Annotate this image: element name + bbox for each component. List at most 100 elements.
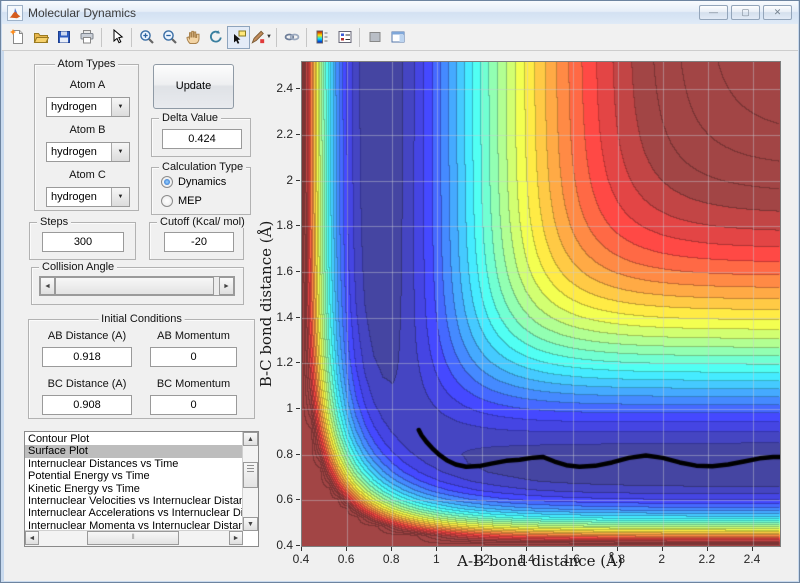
steps-field[interactable]	[42, 232, 124, 252]
radio-circle-icon[interactable]	[161, 195, 173, 207]
data-cursor-button[interactable]	[227, 25, 250, 49]
list-item[interactable]: Internuclear Distances vs Time	[25, 458, 242, 470]
list-item[interactable]: Potential Energy vs Time	[25, 470, 242, 482]
hscroll-thumb[interactable]: ⦀	[87, 531, 179, 545]
list-item[interactable]: Surface Plot	[25, 445, 242, 458]
ab-distance-field[interactable]	[42, 347, 132, 367]
insert-legend-button[interactable]	[333, 26, 356, 49]
save-figure-icon	[57, 31, 70, 43]
bc-distance-field[interactable]	[42, 395, 132, 415]
vscroll-thumb[interactable]	[243, 462, 258, 488]
y-tick-label: 2.2	[276, 127, 293, 142]
list-item[interactable]: Internuclear Accelerations vs Internucle…	[25, 507, 242, 519]
scroll-right-arrow[interactable]: ►	[229, 531, 243, 545]
list-item[interactable]: Internuclear Velocities vs Internuclear …	[25, 495, 242, 507]
figure-client-area: Atom Types Atom A hydrogen ▼ Atom B hydr…	[4, 51, 798, 581]
x-tick-label: 0.6	[337, 552, 355, 566]
chevron-down-icon[interactable]: ▼	[111, 98, 129, 116]
x-tick-mark	[301, 547, 302, 551]
collision-angle-title: Collision Angle	[39, 261, 118, 273]
collision-angle-slider[interactable]: ◄ ►	[39, 276, 235, 296]
scroll-down-arrow[interactable]: ▼	[243, 517, 258, 531]
new-figure-button[interactable]	[6, 26, 29, 49]
chevron-down-icon[interactable]: ▼	[111, 143, 129, 161]
titlebar[interactable]: Molecular Dynamics — ▢ ✕	[2, 1, 798, 24]
show-plot-tools-button[interactable]	[386, 26, 409, 49]
open-file-icon	[33, 33, 49, 43]
hide-plot-tools-icon	[369, 32, 380, 42]
list-item[interactable]: Contour Plot	[25, 433, 242, 445]
y-tick-mark	[296, 499, 300, 501]
x-tick-label: 2.4	[743, 552, 761, 566]
radio-dynamics[interactable]: Dynamics	[161, 175, 226, 189]
toolbar-separator	[359, 27, 360, 47]
toolbar-separator	[131, 27, 132, 47]
scroll-left-arrow[interactable]: ◄	[25, 531, 39, 545]
zoom-in-icon	[139, 30, 154, 44]
atom-b-value: hydrogen	[51, 146, 97, 158]
atom-a-value: hydrogen	[51, 101, 97, 113]
ab-distance-label: AB Distance (A)	[47, 330, 127, 342]
cutoff-panel: Cutoff (Kcal/ mol)	[149, 216, 248, 260]
pes-contour-canvas[interactable]	[301, 61, 781, 547]
update-button[interactable]: Update	[153, 64, 234, 109]
x-tick-mark	[571, 547, 573, 551]
zoom-in-button[interactable]	[135, 26, 158, 49]
plot-type-listbox[interactable]: Contour Plot Surface Plot Internuclear Dis…	[24, 431, 259, 547]
insert-colorbar-button[interactable]	[310, 26, 333, 49]
x-tick-mark	[346, 547, 348, 551]
slider-left-arrow[interactable]: ◄	[40, 277, 55, 295]
atom-c-label: Atom C	[69, 169, 106, 181]
initial-conditions-title: Initial Conditions	[98, 313, 185, 325]
brush-button[interactable]: ▼	[250, 26, 273, 49]
link-plot-button[interactable]	[280, 26, 303, 49]
save-figure-button[interactable]	[52, 26, 75, 49]
atom-types-panel: Atom Types Atom A hydrogen ▼ Atom B hydr…	[34, 58, 139, 211]
radio-circle-icon[interactable]	[161, 176, 173, 188]
zoom-out-button[interactable]	[158, 26, 181, 49]
close-button[interactable]: ✕	[763, 5, 792, 20]
atom-c-dropdown[interactable]: hydrogen ▼	[46, 187, 130, 207]
toolbar-separator	[276, 27, 277, 47]
open-file-button[interactable]	[29, 26, 52, 49]
brush-icon	[251, 30, 265, 44]
bc-distance-label: BC Distance (A)	[47, 378, 127, 390]
hide-plot-tools-button[interactable]	[363, 26, 386, 49]
list-items: Contour Plot Surface Plot Internuclear Dis…	[25, 433, 242, 532]
legend-icon	[338, 31, 351, 43]
slider-right-arrow[interactable]: ►	[219, 277, 234, 295]
ab-momentum-field[interactable]	[150, 347, 237, 367]
maximize-button[interactable]: ▢	[731, 5, 760, 20]
y-tick-mark	[296, 316, 300, 318]
cutoff-field[interactable]	[164, 232, 234, 252]
y-tick-mark	[296, 134, 300, 136]
toolbar-separator	[101, 27, 102, 47]
bc-momentum-field[interactable]	[150, 395, 237, 415]
list-item[interactable]: Kinetic Energy vs Time	[25, 483, 242, 495]
print-figure-button[interactable]	[75, 26, 98, 49]
scroll-up-arrow[interactable]: ▲	[243, 432, 258, 446]
radio-mep[interactable]: MEP	[161, 194, 202, 208]
delta-value-field[interactable]	[162, 129, 242, 149]
horizontal-scrollbar[interactable]: ◄ ⦀ ►	[25, 530, 243, 546]
y-tick-label: 0.4	[276, 538, 293, 552]
y-axis-label: B-C bond distance (Å)	[257, 220, 275, 388]
y-tick-mark	[296, 179, 300, 181]
brush-dropdown-arrow[interactable]: ▼	[266, 34, 272, 40]
edit-plot-button[interactable]	[105, 26, 128, 49]
vertical-scrollbar[interactable]: ▲ ▼	[242, 432, 258, 531]
slider-thumb[interactable]	[55, 277, 214, 295]
new-figure-icon	[9, 29, 23, 44]
ab-momentum-label: AB Momentum	[157, 330, 230, 342]
x-tick-label: 2.2	[698, 552, 716, 566]
show-plot-tools-icon	[391, 31, 404, 43]
chevron-down-icon[interactable]: ▼	[111, 188, 129, 206]
y-tick-mark	[296, 225, 300, 227]
pan-button[interactable]	[181, 26, 204, 49]
rotate-3d-button[interactable]	[204, 26, 227, 49]
minimize-button[interactable]: —	[699, 5, 728, 20]
matlab-app-icon	[7, 4, 23, 21]
atom-a-dropdown[interactable]: hydrogen ▼	[46, 97, 130, 117]
atom-types-title: Atom Types	[54, 58, 119, 70]
atom-b-dropdown[interactable]: hydrogen ▼	[46, 142, 130, 162]
